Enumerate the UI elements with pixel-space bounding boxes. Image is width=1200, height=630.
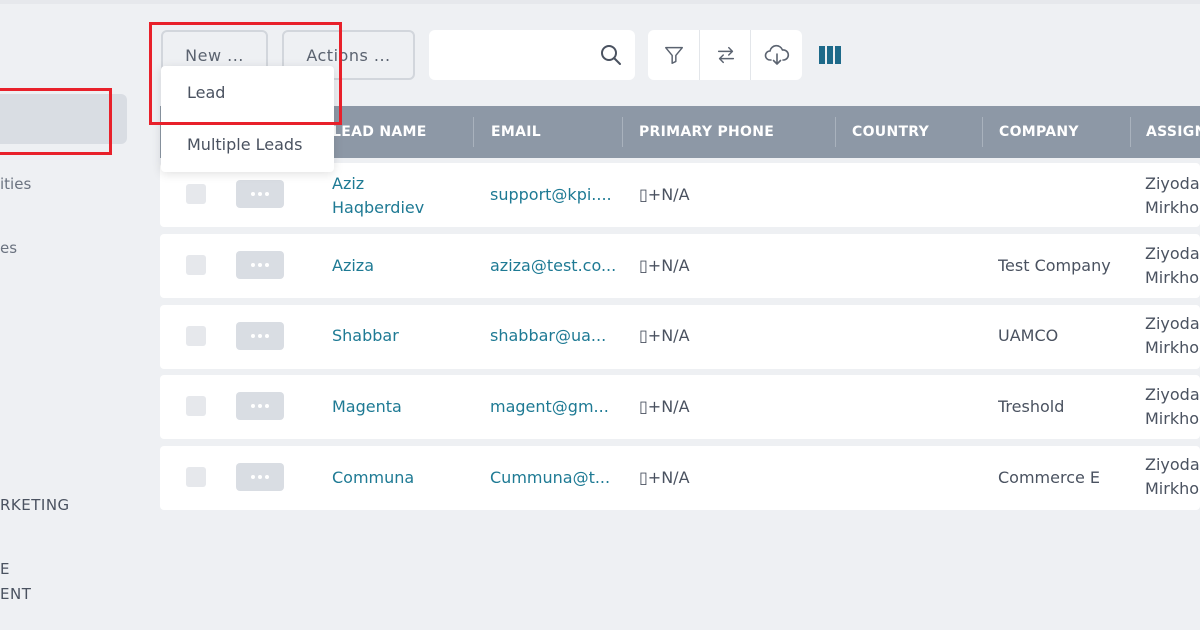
table-row[interactable]: Shabbar shabbar@ua... ▯+N/A UAMCO Ziyoda… [160,305,1200,369]
more-dots-icon [258,404,262,408]
more-dots-icon [258,334,262,338]
assigned-line: Ziyoda [1145,455,1200,474]
assigned-line: Mirkho [1145,338,1200,357]
lead-name-link[interactable]: Aziz Haqberdiev [332,172,467,220]
highlight-box-sidebar [0,88,112,155]
column-header-email[interactable]: EMAIL [491,106,541,158]
row-checkbox[interactable] [186,326,206,346]
column-header-assigned[interactable]: ASSIGN [1146,106,1200,158]
table-row[interactable]: Aziza aziza@test.co... ▯+N/A Test Compan… [160,234,1200,298]
assigned-user: Ziyoda Mirkho [1145,312,1200,360]
lead-name-link[interactable]: Communa [332,468,467,487]
filter-button[interactable] [648,30,699,80]
more-dots-icon [251,475,255,479]
download-cloud-icon [764,44,789,65]
assigned-line: Ziyoda [1145,385,1200,404]
column-divider [982,117,983,147]
more-dots-icon [251,192,255,196]
email-link[interactable]: Cummuna@t... [490,468,618,487]
email-link[interactable]: support@kpi.... [490,185,618,204]
assigned-user: Ziyoda Mirkho [1145,453,1200,501]
lead-name-link[interactable]: Shabbar [332,326,467,345]
row-checkbox[interactable] [186,184,206,204]
sidebar-item-activities[interactable]: es [0,239,17,257]
sidebar-section-line1[interactable]: E [0,560,10,578]
assigned-user: Ziyoda Mirkho [1145,242,1200,290]
row-more-button[interactable] [236,463,284,491]
email-link[interactable]: aziza@test.co... [490,256,618,275]
company-value: Treshold [998,397,1065,416]
company-value: UAMCO [998,326,1059,345]
swap-icon [717,46,734,64]
column-header-lead-name[interactable]: LEAD NAME [332,106,427,158]
more-dots-icon [258,475,262,479]
table-row[interactable]: Magenta magent@gm... ▯+N/A Treshold Ziyo… [160,375,1200,439]
search-icon[interactable] [599,43,623,67]
row-checkbox[interactable] [186,467,206,487]
top-border [0,0,1200,4]
columns-icon[interactable] [819,45,841,65]
company-value: Commerce E [998,468,1101,487]
search-input[interactable] [429,30,635,80]
more-dots-icon [251,334,255,338]
assigned-line: Ziyoda [1145,244,1200,263]
sidebar-section-line2[interactable]: ENT [0,585,31,603]
more-dots-icon [265,263,269,267]
assigned-user: Ziyoda Mirkho [1145,172,1200,220]
row-more-button[interactable] [236,322,284,350]
lead-name-line: Aziz [332,174,365,193]
row-checkbox[interactable] [186,396,206,416]
more-dots-icon [265,404,269,408]
email-link[interactable]: shabbar@ua... [490,326,618,345]
row-more-button[interactable] [236,392,284,420]
more-dots-icon [265,334,269,338]
assigned-line: Mirkho [1145,198,1200,217]
phone-value: ▯+N/A [639,185,690,204]
menu-item-multiple-leads[interactable]: Multiple Leads [187,135,302,154]
column-header-country[interactable]: COUNTRY [852,106,929,158]
phone-value: ▯+N/A [639,397,690,416]
company-value: Test Company [998,256,1111,275]
phone-value: ▯+N/A [639,468,690,487]
more-dots-icon [258,192,262,196]
column-header-company[interactable]: COMPANY [999,106,1079,158]
sidebar-section-marketing[interactable]: RKETING [0,496,70,514]
row-checkbox[interactable] [186,255,206,275]
assigned-line: Mirkho [1145,479,1200,498]
sidebar: ities es RKETING E ENT [0,0,140,630]
assigned-line: Ziyoda [1145,314,1200,333]
assigned-line: Ziyoda [1145,174,1200,193]
filter-icon [664,46,683,64]
column-divider [1130,117,1131,147]
row-more-button[interactable] [236,251,284,279]
lead-name-line: Haqberdiev [332,198,425,217]
assigned-user: Ziyoda Mirkho [1145,383,1200,431]
tool-group [648,30,802,80]
row-more-button[interactable] [236,180,284,208]
sidebar-item-opportunities[interactable]: ities [0,175,31,193]
more-dots-icon [265,192,269,196]
more-dots-icon [265,475,269,479]
more-dots-icon [251,404,255,408]
lead-name-link[interactable]: Magenta [332,397,467,416]
download-button[interactable] [750,30,802,80]
more-dots-icon [258,263,262,267]
lead-name-link[interactable]: Aziza [332,256,467,275]
highlight-box-new-menu [149,22,342,125]
phone-value: ▯+N/A [639,256,690,275]
more-dots-icon [251,263,255,267]
assigned-line: Mirkho [1145,268,1200,287]
table-row[interactable]: Communa Cummuna@t... ▯+N/A Commerce E Zi… [160,446,1200,510]
table-row[interactable]: Aziz Haqberdiev support@kpi.... ▯+N/A Ziy… [160,163,1200,227]
column-header-primary-phone[interactable]: PRIMARY PHONE [639,106,774,158]
swap-button[interactable] [699,30,751,80]
column-divider [473,117,474,147]
phone-value: ▯+N/A [639,326,690,345]
column-divider [835,117,836,147]
email-link[interactable]: magent@gm... [490,397,618,416]
assigned-line: Mirkho [1145,409,1200,428]
column-divider [622,117,623,147]
